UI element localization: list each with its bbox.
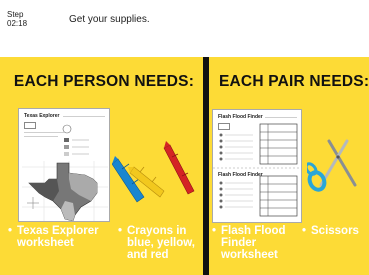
step-indicator: Step 02:18 <box>7 10 27 28</box>
step-title: Get your supplies. <box>69 14 150 25</box>
bullet-icon: • <box>8 225 13 237</box>
header: Step 02:18 Get your supplies. <box>0 0 369 56</box>
item-label: Scissors <box>311 225 359 237</box>
item-label: Crayons in blue, yellow, and red <box>127 225 195 261</box>
each-person-title: EACH PERSON NEEDS: <box>13 73 195 90</box>
worksheet-table-icon: Flash Flood Finder <box>213 123 301 217</box>
list-item-flash-flood-finder: • Flash Flood Finder worksheet <box>212 225 298 261</box>
flash-flood-finder-worksheet-image: Flash Flood Finder Flash Flood Finder <box>212 109 302 223</box>
list-item-crayons: • Crayons in blue, yellow, and red <box>118 225 202 261</box>
red-crayon-icon <box>163 141 195 195</box>
item-label: Flash Flood Finder worksheet <box>221 225 286 261</box>
list-item-scissors: • Scissors <box>302 225 368 237</box>
item-label: Texas Explorer worksheet <box>17 225 99 249</box>
crayons-image <box>112 141 195 203</box>
texas-map-icon <box>22 124 108 221</box>
worksheet-title-repeat: Flash Flood Finder <box>218 172 263 178</box>
bullet-icon: • <box>302 225 307 237</box>
step-label: Step <box>7 10 24 19</box>
texas-explorer-worksheet-image: Texas Explorer <box>18 108 110 222</box>
each-person-panel: EACH PERSON NEEDS: Texas Explorer • Texa… <box>0 57 203 275</box>
bullet-icon: • <box>118 225 123 237</box>
list-item-texas-explorer: • Texas Explorer worksheet <box>8 225 110 249</box>
step-number: 02:18 <box>7 19 28 28</box>
bullet-icon: • <box>212 225 217 237</box>
scissors-icon <box>307 139 357 192</box>
each-pair-panel: EACH PAIR NEEDS: Flash Flood Finder Flas <box>209 57 369 275</box>
each-pair-title: EACH PAIR NEEDS: <box>219 73 369 90</box>
